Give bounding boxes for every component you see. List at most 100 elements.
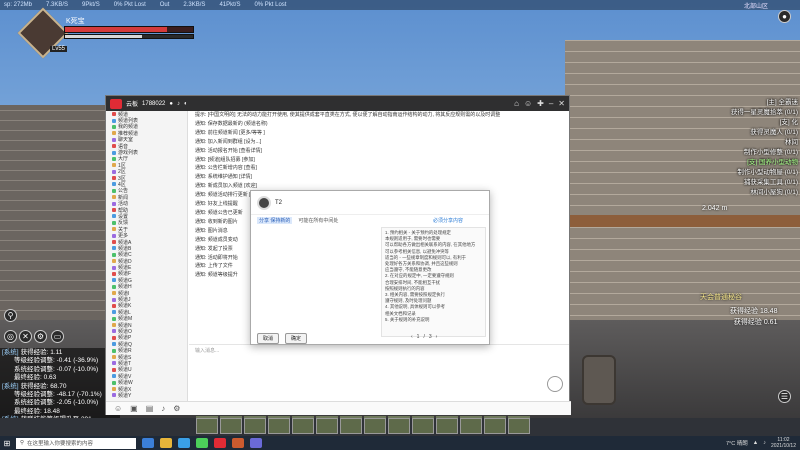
item-slot[interactable]: [340, 418, 362, 434]
cancel-button[interactable]: 取消: [257, 333, 280, 344]
document-preview[interactable]: 1. 预约相关 - 关于预约的处理规定 本规则适用于, 需要时也需要 可以帮助各方…: [381, 227, 486, 337]
item-slot[interactable]: [436, 418, 458, 434]
dialog-title: T2: [275, 199, 283, 206]
mic-icon[interactable]: ♪: [161, 404, 165, 413]
taskview-icon[interactable]: [142, 438, 154, 448]
quest-item[interactable]: 制作小型修整 (0/1): [710, 148, 798, 158]
next-page-icon[interactable]: ›: [436, 334, 438, 340]
syslog-text: 最终经验: 18.48: [14, 407, 60, 415]
message-input[interactable]: 输入消息...: [189, 344, 569, 356]
chat-titlebar[interactable]: 云板 1788022 ● ♪ ◐ ⌂ ☺ ✚ – ✕: [106, 96, 569, 111]
cloud-app-icon[interactable]: [214, 438, 226, 448]
quest-item[interactable]: 捕获采集工具 (0/1): [710, 178, 798, 188]
item-slot[interactable]: [412, 418, 434, 434]
channel-sidebar[interactable]: 频道 频道列表 我的频道 推荐频道 聊天室 语音 游戏列表 大厅 1区 2区 3区 4区 公告 新闻 活动帮…: [106, 111, 188, 401]
chat-icon[interactable]: ▭: [51, 330, 64, 343]
prev-page-icon[interactable]: ‹: [411, 334, 413, 340]
chat-message[interactable]: 通知: 前往频道新闻 [更多/等等 ]: [189, 129, 569, 138]
file-icon[interactable]: ▤: [146, 404, 154, 413]
browser-icon[interactable]: [178, 438, 190, 448]
clock[interactable]: 11:02 2021/10/12: [771, 437, 796, 449]
item-slot[interactable]: [388, 418, 410, 434]
channel-item[interactable]: 频道Y: [106, 392, 187, 399]
share-link[interactable]: 必须分享内容: [433, 217, 463, 224]
ok-button[interactable]: 确定: [285, 333, 308, 344]
chat-message[interactable]: 通知: [频道]组队招募 [参加]: [189, 156, 569, 165]
search-placeholder: 在这里输入你要搜索的内容: [27, 441, 94, 447]
game-bottom-bar: [0, 418, 800, 436]
target-icon[interactable]: ◎: [4, 330, 17, 343]
item-slot[interactable]: [484, 418, 506, 434]
taskbar-search[interactable]: ⚲ 在这里输入你要搜索的内容: [16, 437, 136, 449]
chat-message[interactable]: 通知: 公告栏新增内容 [查看]: [189, 164, 569, 173]
chat-message[interactable]: 通知: 活动报名开始 [查看详情]: [189, 147, 569, 156]
quest-item[interactable]: [支] 化: [710, 118, 798, 128]
channel-icon: [112, 169, 116, 174]
syslog-line: [系统] 获得经验: 68.70: [2, 383, 118, 391]
group-icon[interactable]: ☺: [524, 99, 532, 108]
page-current: 1: [416, 334, 420, 340]
chat-message[interactable]: 提示: [中国文明的] 无法的动力能打开使用, 使其提供成套平直类在方式, 便以…: [189, 111, 569, 120]
item-slot[interactable]: [196, 418, 218, 434]
quest-item[interactable]: 制作小型动物屋 (0/1): [710, 168, 798, 178]
quest-item[interactable]: 林间小屋狗 (0/1): [710, 188, 798, 198]
quest-log[interactable]: [主] 全霸迷 获得一星灵魔拾萃 (0/1) [支] 化获得灵魔人 (0/1) 林间 …: [710, 98, 798, 198]
quest-item[interactable]: [主] 全霸迷: [710, 98, 798, 108]
quest-item[interactable]: 获得灵魔人 (0/1): [710, 128, 798, 138]
item-slot[interactable]: [220, 418, 242, 434]
channel-icon: [112, 361, 116, 366]
chat-message[interactable]: 通知: 加入新闻到群组 [设为...]: [189, 138, 569, 147]
item-slot[interactable]: [292, 418, 314, 434]
user-icon[interactable]: ●: [169, 101, 173, 107]
chat-message[interactable]: 通知: 保存数据最新的 (频道名称): [189, 120, 569, 129]
menu-icon[interactable]: ☰: [778, 390, 791, 403]
mic-icon[interactable]: ♪: [177, 101, 180, 107]
syslog-line: 系统经验调整: -2.05 (-10.0%): [2, 399, 118, 407]
start-menu-icon[interactable]: ⊞: [0, 436, 14, 450]
headset-icon[interactable]: ◐: [184, 101, 188, 107]
item-slot[interactable]: [316, 418, 338, 434]
tab-share[interactable]: 分享 保持新的: [257, 217, 293, 224]
channel-icon: [112, 393, 116, 398]
quest-item[interactable]: 获得一星灵魔拾萃 (0/1): [710, 108, 798, 118]
close-icon[interactable]: ✕: [19, 330, 32, 343]
channel-icon: [112, 195, 116, 200]
channel-icon: [112, 342, 116, 347]
send-button[interactable]: [547, 376, 563, 392]
home-icon[interactable]: ⌂: [514, 99, 519, 108]
item-slot[interactable]: [268, 418, 290, 434]
tab-other[interactable]: 可能在所有中间处: [298, 217, 338, 224]
waypoint-distance: 2.042 m: [702, 205, 728, 212]
network-icon[interactable]: ▲: [753, 440, 758, 446]
media-app-icon[interactable]: [250, 438, 262, 448]
settings-icon[interactable]: ⚙: [173, 404, 180, 413]
volume-icon[interactable]: ♪: [763, 440, 766, 446]
channel-icon: [112, 150, 116, 155]
channel-icon: [112, 201, 116, 206]
mic-icon[interactable]: ⚲: [4, 309, 17, 322]
channel-icon: [112, 137, 116, 142]
settings-icon[interactable]: ⚙: [34, 330, 47, 343]
game-app-icon[interactable]: [232, 438, 244, 448]
item-slot[interactable]: [244, 418, 266, 434]
system-log[interactable]: [系统] 获得经验: 1.11 等级经验调整: -0.41 (-36.9%) 系统经验…: [0, 348, 120, 418]
close-icon[interactable]: ✕: [558, 99, 565, 108]
item-slot[interactable]: [460, 418, 482, 434]
quest-item[interactable]: [支] 国养小型动物: [710, 158, 798, 168]
minimap-icon[interactable]: ●: [778, 10, 791, 23]
share-dialog[interactable]: T2 分享 保持新的 可能在所有中间处 必须分享内容 1. 预约相关 - 关于预…: [250, 190, 490, 345]
chat-message[interactable]: 通知: 系统维护通知 [详情]: [189, 173, 569, 182]
item-slot[interactable]: [364, 418, 386, 434]
emoji-icon[interactable]: ☺: [114, 404, 122, 413]
gamepad-icon[interactable]: ✚: [537, 99, 544, 108]
quest-item[interactable]: 林间: [710, 138, 798, 148]
chat-app-icon[interactable]: [196, 438, 208, 448]
item-slot[interactable]: [508, 418, 530, 434]
stone-wall-left: [0, 105, 120, 320]
network-stats-bar: sp: 272Mb 7.3KB/S 9Pkt/S 0% Pkt Lost Out 2.3K…: [0, 0, 800, 10]
syslog-text: 获得经验: 68.70: [20, 382, 67, 390]
syslog-prefix: [系统]: [2, 349, 19, 356]
minimize-icon[interactable]: –: [549, 99, 553, 108]
file-explorer-icon[interactable]: [160, 438, 172, 448]
image-icon[interactable]: ▣: [130, 404, 138, 413]
